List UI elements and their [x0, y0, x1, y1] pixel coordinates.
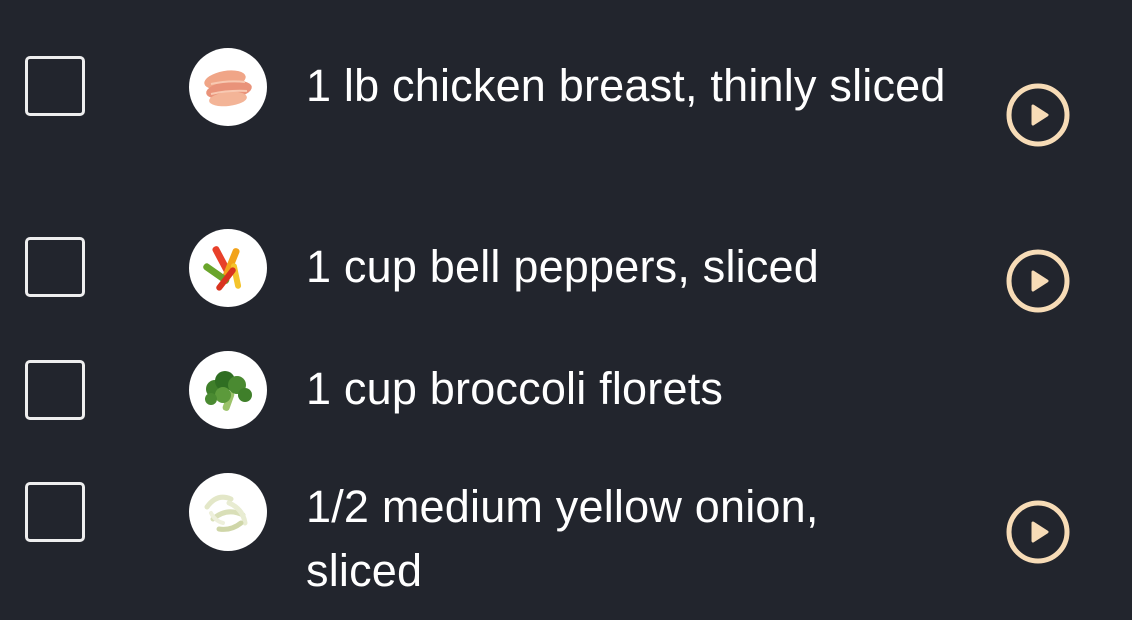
ingredient-list: 1 lb chicken breast, thinly sliced 1 cup… — [0, 0, 1132, 620]
bell-peppers-icon — [189, 229, 267, 307]
ingredient-checkbox[interactable] — [25, 56, 85, 116]
play-circle-icon[interactable] — [1005, 499, 1071, 565]
broccoli-icon — [189, 351, 267, 429]
chicken-breast-icon — [189, 48, 267, 126]
ingredient-label: 1 lb chicken breast, thinly sliced — [306, 60, 946, 111]
ingredient-checkbox[interactable] — [25, 482, 85, 542]
ingredient-label: 1/2 medium yellow onion, sliced — [306, 481, 819, 596]
onion-icon — [189, 473, 267, 551]
play-circle-icon[interactable] — [1005, 82, 1071, 148]
ingredient-label: 1 cup broccoli florets — [306, 363, 724, 414]
ingredient-checkbox[interactable] — [25, 360, 85, 420]
ingredient-label: 1 cup bell peppers, sliced — [306, 241, 820, 292]
play-circle-icon[interactable] — [1005, 248, 1071, 314]
ingredient-checkbox[interactable] — [25, 237, 85, 297]
